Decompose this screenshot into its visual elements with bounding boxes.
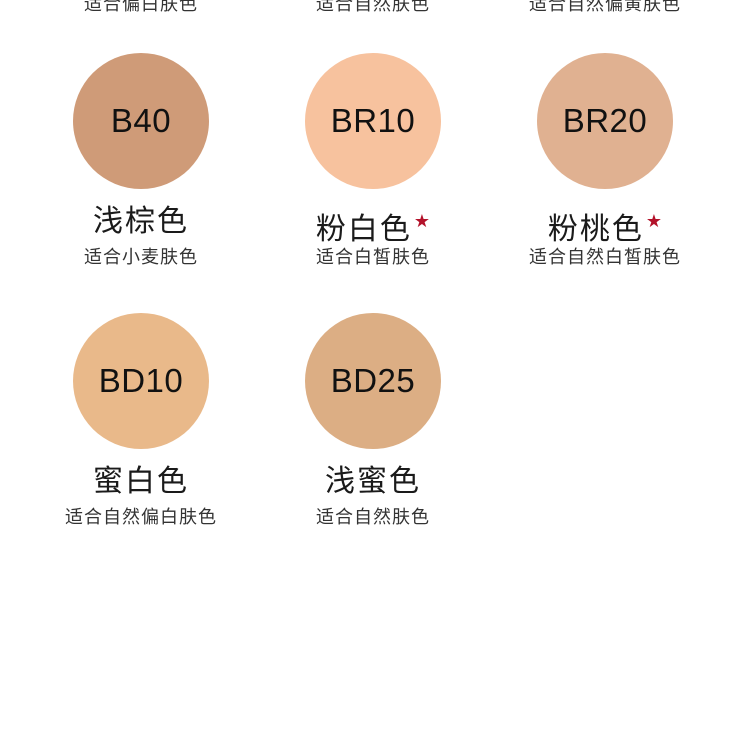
shade-name: 粉桃色 ★: [485, 203, 725, 249]
shade-desc: 适合自然白皙肤色: [529, 247, 681, 268]
shade-name-text: 粉白色: [315, 212, 412, 247]
shade-card-br10[interactable]: BR10 粉白色 ★ 适合白皙肤色: [253, 53, 493, 293]
shade-name-text: 蜜白色: [93, 464, 189, 499]
shade-code: BR20: [562, 102, 648, 139]
shade-desc: 适合白皙肤色: [316, 247, 430, 268]
star-icon: ★: [413, 211, 431, 232]
shade-code: B40: [110, 102, 172, 139]
shade-desc: 适合自然偏白肤色: [65, 507, 217, 528]
shade-name-text: 浅棕色: [93, 204, 189, 239]
shade-desc: 适合自然肤色: [316, 507, 430, 528]
shade-name-text: 粉桃色: [547, 212, 644, 247]
star-icon: ★: [645, 211, 663, 232]
shade-code: BR10: [330, 102, 416, 139]
shade-card-b40[interactable]: B40 浅棕色 适合小麦肤色: [21, 53, 261, 293]
top-row-cut-off: 适合偏白肤色 适合自然肤色 适合自然偏黄肤色: [0, 0, 750, 18]
shade-swatch[interactable]: BR20: [537, 53, 673, 189]
shade-desc: 适合自然肤色: [316, 0, 430, 15]
shade-swatch[interactable]: BD10: [73, 313, 209, 449]
shade-name: 浅棕色: [21, 203, 261, 241]
shade-swatch[interactable]: BR10: [305, 53, 441, 189]
shade-card-bd25[interactable]: BD25 浅蜜色 适合自然肤色: [253, 313, 493, 553]
shade-desc: 适合偏白肤色: [84, 0, 198, 15]
shade-card-bd10[interactable]: BD10 蜜白色 适合自然偏白肤色: [21, 313, 261, 553]
shade-swatch[interactable]: B40: [73, 53, 209, 189]
shade-desc: 适合小麦肤色: [84, 247, 198, 268]
shade-code: BD25: [330, 362, 416, 399]
shade-code: BD10: [98, 362, 184, 399]
shade-name-text: 浅蜜色: [325, 464, 421, 499]
shade-card-br20[interactable]: BR20 粉桃色 ★ 适合自然白皙肤色: [485, 53, 725, 293]
shade-swatch[interactable]: BD25: [305, 313, 441, 449]
shade-name: 粉白色 ★: [253, 203, 493, 249]
shade-name: 浅蜜色: [253, 463, 493, 501]
shade-desc: 适合自然偏黄肤色: [529, 0, 681, 15]
shade-name: 蜜白色: [21, 463, 261, 501]
